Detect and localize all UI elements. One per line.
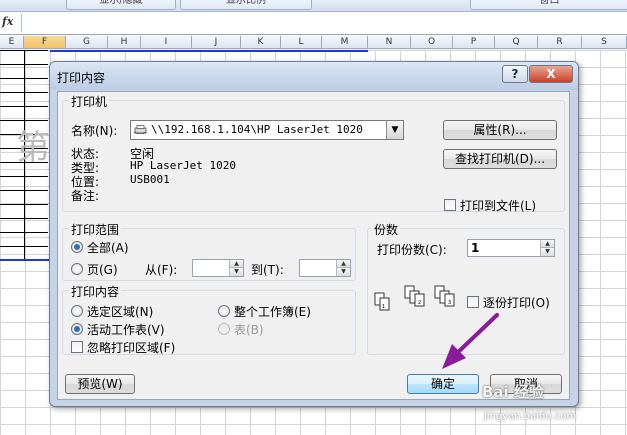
type-value: HP LaserJet 1020: [130, 159, 236, 172]
print-to-file-label: 打印到文件(L): [460, 199, 537, 213]
ignore-print-area-label: 忽略打印区域(F): [87, 341, 176, 355]
collate-pages-icon-3: 3: [434, 285, 455, 307]
column-header-p[interactable]: P: [453, 36, 495, 49]
range-to-label: 到(T):: [251, 263, 284, 277]
svg-text:2: 2: [418, 300, 421, 306]
column-header-g[interactable]: G: [66, 36, 108, 49]
table-label: 表(B): [234, 323, 264, 337]
range-to-input[interactable]: ▲ ▼: [299, 259, 351, 277]
find-printer-button[interactable]: 查找打印机(D)...: [443, 149, 557, 169]
watermark-logo: Bai 经验: [482, 383, 544, 401]
range-pages-radio[interactable]: [71, 263, 83, 275]
printer-group-label: 打印机: [69, 93, 110, 110]
dialog-title: 打印内容: [57, 71, 106, 85]
range-from-label: 从(F):: [145, 263, 178, 277]
printer-group: 打印机 名称(N): \\192.168.1.104\HP LaserJet 1…: [62, 93, 565, 213]
preview-button[interactable]: 预览(W): [65, 374, 135, 394]
help-button[interactable]: ?: [502, 65, 528, 83]
print-content-group: 打印内容 选定区域(N) 活动工作表(V) 忽略打印区域(F) 整个工作簿(E)…: [62, 283, 356, 355]
column-header-q[interactable]: Q: [495, 36, 538, 49]
selection-label: 选定区域(N): [87, 305, 154, 319]
spin-up-icon[interactable]: ▲: [337, 260, 350, 268]
column-header-f[interactable]: F: [24, 36, 66, 49]
column-header-l[interactable]: L: [281, 36, 322, 49]
formula-separator: [21, 14, 22, 32]
selection-border-top: [50, 50, 368, 52]
chevron-down-icon[interactable]: ▼: [386, 121, 403, 139]
table-radio[interactable]: [218, 323, 230, 335]
spin-down-icon[interactable]: ▼: [230, 268, 243, 276]
entire-workbook-radio[interactable]: [218, 305, 230, 317]
copies-group-label: 份数: [372, 221, 401, 238]
printer-name-combo[interactable]: \\192.168.1.104\HP LaserJet 1020 ▼: [130, 120, 404, 140]
copies-input[interactable]: 1 ▲ ▼: [467, 239, 555, 257]
location-value: USB001: [130, 173, 170, 186]
range-pages-label: 页(G): [87, 263, 118, 277]
range-all-label: 全部(A): [87, 241, 129, 255]
comment-label: 备注:: [71, 189, 100, 203]
copies-spinner[interactable]: ▲ ▼: [540, 240, 554, 256]
print-range-group: 打印范围 全部(A) 页(G) 从(F): ▲ ▼ 到(T): ▲ ▼: [62, 221, 356, 281]
ribbon: 显示/隐藏 显示比例 窗口: [0, 0, 627, 12]
ribbon-button-show-hide[interactable]: 显示/隐藏: [66, 0, 176, 10]
formula-bar[interactable]: fx: [0, 12, 627, 35]
column-header-i[interactable]: I: [141, 36, 192, 49]
ok-button[interactable]: 确定: [407, 374, 479, 394]
print-dialog: 打印内容 ? X 打印机 名称(N): \\192.168.1.104\HP L…: [49, 61, 579, 407]
copies-label: 打印份数(C):: [377, 243, 447, 257]
fx-icon[interactable]: fx: [2, 15, 20, 31]
print-range-label: 打印范围: [69, 221, 122, 238]
watermark-url: jingyan.baidu.com: [484, 411, 577, 422]
collate-checkbox[interactable]: [467, 296, 479, 308]
ribbon-button-window[interactable]: 窗口: [470, 0, 627, 10]
column-header-h[interactable]: H: [108, 36, 141, 49]
column-header-e[interactable]: E: [0, 36, 24, 49]
ignore-print-area-checkbox[interactable]: [71, 341, 83, 353]
close-button[interactable]: X: [529, 65, 573, 83]
collate-pages-icon-1: 1: [374, 292, 390, 311]
print-content-label: 打印内容: [69, 283, 122, 300]
printer-name-value: \\192.168.1.104\HP LaserJet 1020: [151, 123, 363, 136]
cell-text: 第: [16, 128, 50, 168]
column-header-k[interactable]: K: [241, 36, 281, 49]
svg-text:3: 3: [448, 300, 451, 306]
column-header-r[interactable]: R: [538, 36, 582, 49]
spin-up-icon[interactable]: ▲: [541, 240, 554, 248]
print-to-file-checkbox[interactable]: [444, 199, 456, 211]
svg-text:1: 1: [382, 304, 385, 310]
active-sheets-radio[interactable]: [71, 323, 83, 335]
properties-button[interactable]: 属性(R)...: [443, 120, 557, 140]
column-header-j[interactable]: J: [192, 36, 241, 49]
collate-label: 逐份打印(O): [483, 296, 550, 310]
column-header-s[interactable]: S: [582, 36, 627, 49]
ribbon-button-zoom[interactable]: 显示比例: [180, 0, 312, 10]
selection-radio[interactable]: [71, 305, 83, 317]
column-header-o[interactable]: O: [411, 36, 453, 49]
spin-up-icon[interactable]: ▲: [230, 260, 243, 268]
dialog-client: 打印机 名称(N): \\192.168.1.104\HP LaserJet 1…: [57, 91, 570, 400]
copies-value: 1: [471, 241, 480, 255]
dialog-titlebar[interactable]: 打印内容 ? X: [50, 62, 578, 90]
column-header-n[interactable]: N: [368, 36, 411, 49]
spin-down-icon[interactable]: ▼: [541, 248, 554, 256]
range-all-radio[interactable]: [71, 241, 83, 253]
entire-workbook-label: 整个工作簿(E): [234, 305, 311, 319]
active-sheets-label: 活动工作表(V): [87, 323, 165, 337]
spin-down-icon[interactable]: ▼: [337, 268, 350, 276]
copies-group: 份数 打印份数(C): 1 ▲ ▼ 1 2 3 逐份打印(O): [367, 221, 565, 355]
selection-border-bottom: [0, 259, 50, 261]
collate-pages-icon-2: 2: [404, 285, 425, 307]
range-from-input[interactable]: ▲ ▼: [192, 259, 244, 277]
from-spinner[interactable]: ▲ ▼: [229, 260, 243, 276]
column-header-m[interactable]: M: [322, 36, 368, 49]
to-spinner[interactable]: ▲ ▼: [336, 260, 350, 276]
printer-icon: [134, 125, 147, 134]
printer-name-label: 名称(N):: [71, 124, 118, 138]
